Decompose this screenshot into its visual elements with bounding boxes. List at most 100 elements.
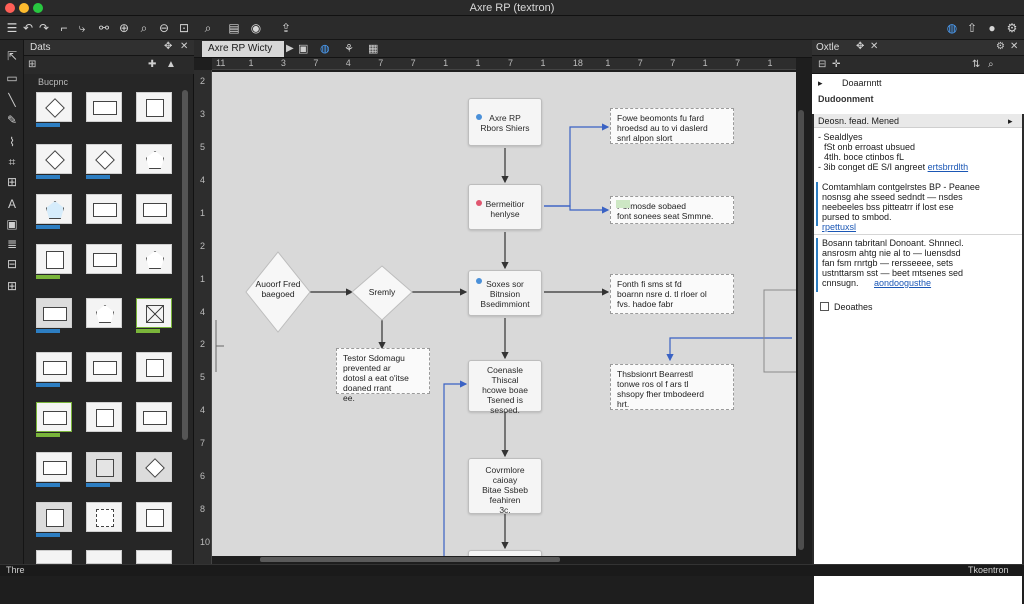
filter-icon[interactable]: ⊟ [818,59,826,70]
outline-block-2-link[interactable]: aondoogusthe [874,278,931,288]
expand-icon[interactable]: ✥ [164,41,172,52]
widget-rounded-box[interactable] [86,194,126,234]
widget-triangle[interactable] [136,144,176,184]
flow-node-3[interactable]: Soxes sor Bitnsion Bsedimmiont [468,270,542,316]
play-icon[interactable]: ▶ [286,43,294,54]
widget-placeholder[interactable] [136,298,176,338]
widgets-scrollbar[interactable] [182,90,188,440]
outline-checkbox[interactable] [820,302,829,311]
doc-collapse-icon[interactable]: ▸ [818,78,823,88]
outline-search-icon[interactable]: ⌕ [988,59,994,70]
document-node[interactable]: Doaarnntt [842,78,882,88]
share-icon[interactable]: ⇧ [964,20,980,36]
link-icon[interactable]: ⚯ [96,20,112,36]
widget-gray-frame[interactable] [36,502,76,542]
select-icon[interactable]: ⌐ [56,20,72,36]
widget-diamond-alt[interactable] [36,144,76,184]
outline-tab[interactable]: Oxtle [816,42,839,53]
grid-view-icon[interactable]: ▦ [368,42,378,55]
widget-box[interactable] [86,92,126,132]
widget-curved-box[interactable] [136,402,176,442]
decision-diamond-label[interactable]: Sremly [358,287,406,297]
widget-panel[interactable] [136,194,176,234]
outline-list-item-1[interactable]: - Sealdlyes [818,132,863,142]
widget-dashed-box[interactable] [86,502,126,542]
properties-arrow-icon[interactable]: ▸ [1008,116,1013,126]
canvas-vertical-scrollbar[interactable] [798,110,804,550]
hotspot-icon[interactable]: ⊞ [4,174,20,190]
outline-close-icon[interactable]: ✕ [870,41,878,52]
widget-hanger[interactable] [86,298,126,338]
find-icon[interactable]: ⌕ [200,20,216,36]
crop-icon[interactable]: ⊡ [176,20,192,36]
document-tab-active[interactable]: Axre RP Wicty [202,41,284,57]
flow-node-1[interactable]: Axre RP Rbors Shiers [468,98,542,146]
flow-node-5[interactable]: Covrmlore caioay Bitae Ssbeb feahiren 3c… [468,458,542,515]
layers-icon[interactable]: ≣ [4,236,20,252]
widget-partial-2[interactable] [86,550,122,564]
undo-icon[interactable]: ↶ [20,20,36,36]
widget-frame[interactable] [136,352,176,392]
properties-row[interactable]: Deosn. fead. Mened ▸ [814,114,1022,128]
outline-list-item-2[interactable]: fSt onb erroast ubsued [824,142,915,152]
widget-door[interactable] [36,244,76,284]
image-tool-icon[interactable]: ▣ [4,216,20,232]
annotation-note-3[interactable]: Fonth fi sms st fd boarnn nsre d. tl rlo… [610,274,734,314]
flow-node-4[interactable]: Coenasle Thiscal hcowe boae Tsened is se… [468,360,542,415]
widget-label-box[interactable] [36,452,76,492]
lock-icon[interactable]: ⊟ [4,256,20,272]
add-icon[interactable]: ✛ [832,59,840,70]
widget-decision[interactable] [86,144,126,184]
grid-icon[interactable]: ⊞ [4,278,20,294]
flow-node-6[interactable] [468,550,542,556]
pen-tool-icon[interactable]: ✎ [4,112,20,128]
widget-connector[interactable] [36,402,76,442]
crop-tool-icon[interactable]: ⌗ [4,154,20,170]
widget-image-box[interactable] [36,352,76,392]
rectangle-tool-icon[interactable]: ▭ [4,70,20,86]
widget-rotated-diamond[interactable] [136,452,176,492]
brush-icon[interactable]: ⌇ [4,134,20,150]
widget-diamond[interactable] [36,92,76,132]
annotation-note-5[interactable]: Testor Sdomagu prevented ar dotosl a eat… [336,348,430,403]
account-icon[interactable]: ● [984,20,1000,36]
outline-block-1-link[interactable]: rpettuxsl [822,222,856,232]
settings-icon[interactable]: ⚙ [1004,20,1020,36]
widget-partial-3[interactable] [136,550,172,564]
widget-shield[interactable] [136,244,176,284]
outline-settings-icon[interactable]: ⚙ [996,41,1005,52]
save-icon[interactable]: ▤ [226,20,242,36]
widgets-tab[interactable]: Dats [30,42,51,53]
widget-plain-frame[interactable] [136,502,176,542]
widget-split-box[interactable] [86,402,126,442]
text-tool-icon[interactable]: A [4,196,20,212]
zoom-out-icon[interactable]: ⊖ [156,20,172,36]
outline-list-item-4[interactable]: - 3ib conget dE S/I angreet ertsbrrdlth [818,162,968,172]
widget-bracket[interactable] [86,244,126,284]
widget-library-icon[interactable]: ⊞ [28,59,36,70]
pin-icon[interactable]: ✚ [148,59,156,70]
collapse-icon[interactable]: ▲ [166,59,176,70]
outline-expand-icon[interactable]: ✥ [856,41,864,52]
widget-pentagon[interactable] [36,194,76,234]
pointer-icon[interactable]: ⇱ [4,48,20,64]
annotation-note-4[interactable]: Thsbsionrt Bearrestl tonwe ros ol f ars … [610,364,734,410]
new-page-icon[interactable]: ▣ [298,42,308,55]
globe-icon[interactable]: ◍ [320,42,330,55]
widget-container[interactable] [36,298,76,338]
widget-shaded-box[interactable] [86,452,126,492]
sync-icon[interactable]: ◍ [944,20,960,36]
line-tool-icon[interactable]: ╲ [4,92,20,108]
publish-icon[interactable]: ⇪ [278,20,294,36]
menu-icon[interactable]: ☰ [4,20,20,36]
adapt-icon[interactable]: ⚘ [344,42,354,55]
canvas-horizontal-scrollbar[interactable] [260,557,560,562]
outline-dismiss-icon[interactable]: ✕ [1010,41,1018,52]
widget-partial-1[interactable] [36,550,72,564]
sort-icon[interactable]: ⇅ [972,59,980,70]
search-icon[interactable]: ⌕ [136,20,152,36]
start-diamond-label[interactable]: Auoorf Fred baegoed [248,279,308,299]
outline-list-item-3[interactable]: 4tlh. boce ctinbos fL [824,152,904,162]
design-canvas[interactable]: Auoorf Fred baegoed Sremly Axre RP Rbors… [212,72,796,556]
flow-node-2[interactable]: Bermeitior henlyse [468,184,542,230]
